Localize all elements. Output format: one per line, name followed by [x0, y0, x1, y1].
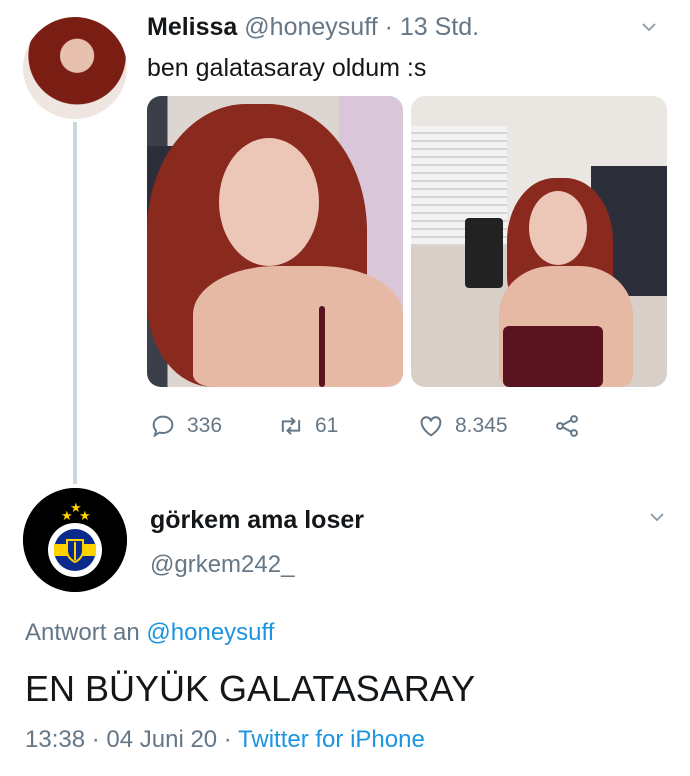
reply-handle[interactable]: @grkem242_: [150, 551, 294, 579]
reply-timestamp[interactable]: 13:38 · 04 Juni 20 ·: [25, 726, 238, 753]
like-icon: [420, 416, 442, 437]
reply-source-link[interactable]: Twitter for iPhone: [238, 726, 425, 753]
share-action[interactable]: [553, 412, 591, 440]
reply-display-name[interactable]: görkem ama loser: [150, 506, 364, 535]
reply-to-link[interactable]: @honeysuff: [146, 619, 274, 646]
strap: [319, 306, 325, 387]
retweet-icon: [281, 417, 301, 435]
avatar[interactable]: ★ ★ ★: [23, 488, 127, 592]
tweet-photo-1[interactable]: [147, 96, 403, 387]
share-icon: [556, 415, 578, 437]
like-action[interactable]: 8.345: [417, 412, 508, 440]
tweet-actions: 336 61 8.345: [147, 412, 667, 444]
reply-count: 336: [187, 414, 223, 437]
face: [529, 191, 587, 265]
face: [219, 138, 319, 266]
reply-action[interactable]: 336: [149, 412, 222, 440]
reply-context: Antwort an @honeysuff: [25, 619, 274, 647]
retweet-action[interactable]: 61: [277, 412, 338, 440]
handle[interactable]: @honeysuff: [244, 13, 377, 41]
thread-line: [73, 122, 77, 484]
timestamp[interactable]: 13 Std.: [400, 13, 479, 41]
like-count: 8.345: [455, 414, 508, 437]
shoulders: [193, 266, 403, 387]
chevron-down-icon[interactable]: [650, 510, 664, 524]
chevron-down-icon[interactable]: [642, 20, 656, 34]
retweet-count: 61: [315, 414, 339, 437]
reply-prefix: Antwort an: [25, 619, 147, 646]
display-name[interactable]: Melissa: [147, 13, 237, 41]
fenerbahce-logo-icon: ★ ★ ★: [23, 488, 127, 592]
reply-icon: [152, 415, 174, 438]
tweet-text: ben galatasaray oldum :s: [147, 54, 427, 82]
reply-text: EN BÜYÜK GALATASARAY: [25, 668, 476, 709]
svg-text:★: ★: [79, 509, 91, 524]
separator: ·: [377, 13, 400, 41]
tweet-header: Melissa @honeysuff · 13 Std.: [147, 13, 479, 42]
tweet-photo-2[interactable]: [411, 96, 667, 387]
lace-top: [503, 326, 603, 387]
phone: [465, 218, 503, 288]
reply-meta: 13:38 · 04 Juni 20 · Twitter for iPhone: [25, 726, 425, 754]
avatar[interactable]: [23, 17, 127, 119]
